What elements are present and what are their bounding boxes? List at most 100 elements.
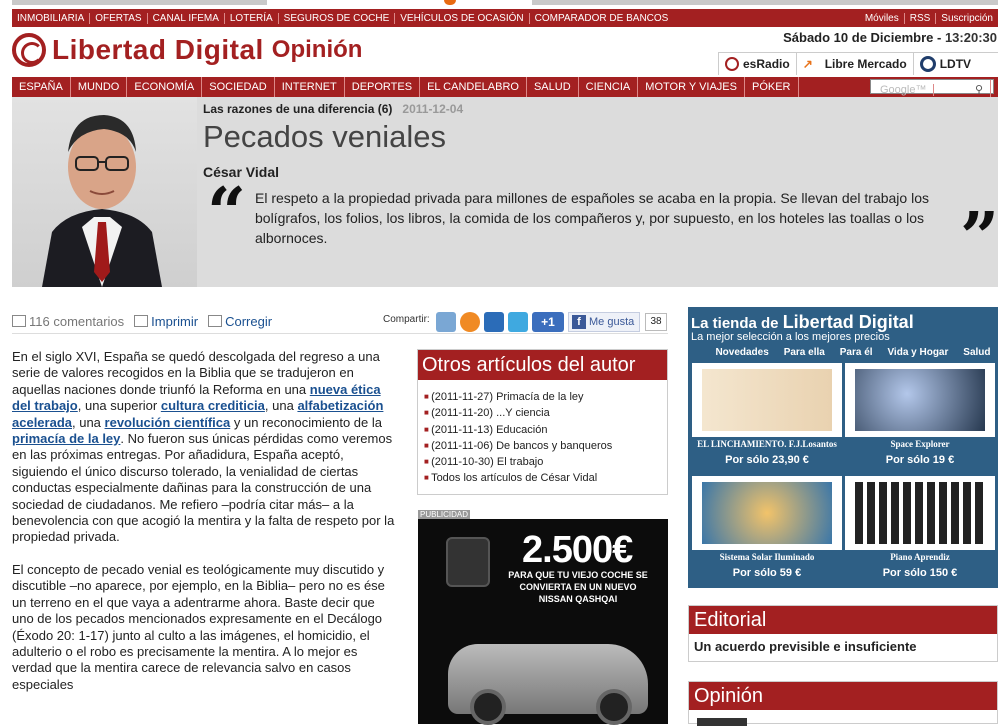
- top-link-moviles[interactable]: Móviles: [860, 12, 905, 24]
- site-logo[interactable]: Libertad Digital Opinión: [12, 32, 362, 68]
- share-label: Compartir:: [383, 314, 430, 325]
- google-plus-button[interactable]: +1: [532, 312, 564, 332]
- site-name: Libertad Digital: [52, 34, 264, 65]
- nav-item[interactable]: CIENCIA: [579, 77, 639, 97]
- opinion-thumb: [697, 718, 747, 726]
- author-article-link[interactable]: (2011-11-06) De bancos y banqueros: [424, 438, 667, 454]
- article-title: Pecados veniales: [203, 119, 446, 154]
- top-link[interactable]: INMOBILIARIA: [12, 12, 91, 24]
- top-link-rss[interactable]: RSS: [905, 12, 937, 24]
- top-link[interactable]: VEHÍCULOS DE OCASIÓN: [395, 12, 530, 24]
- product-card[interactable]: Space Explorer Por sólo 19 €: [845, 363, 995, 473]
- car-wheel: [596, 689, 632, 725]
- nav-item[interactable]: ESPAÑA: [12, 77, 71, 97]
- author-articles-box: Otros artículos del autor (2011-11-27) P…: [417, 349, 668, 495]
- nav-item[interactable]: ECONOMÍA: [127, 77, 203, 97]
- author-photo: [12, 97, 197, 287]
- article-date: 2011-12-04: [402, 102, 464, 116]
- ad-text: PARA QUE TU VIEJO COCHE SE CONVIERTA EN …: [508, 570, 648, 604]
- like-count: 38: [645, 313, 667, 331]
- car-wheel: [470, 689, 506, 725]
- top-link[interactable]: OFERTAS: [90, 12, 148, 24]
- shop-tab[interactable]: Salud: [963, 347, 990, 358]
- comments-link[interactable]: 116 comentarios: [12, 314, 124, 329]
- author-article-link[interactable]: (2011-11-27) Primacía de la ley: [424, 389, 667, 405]
- camera-mascot: [446, 537, 490, 587]
- nav-item[interactable]: EL CANDELABRO: [420, 77, 527, 97]
- nav-item[interactable]: INTERNET: [275, 77, 345, 97]
- author-article-link[interactable]: (2011-10-30) El trabajo: [424, 454, 667, 470]
- piano-image: [855, 482, 985, 544]
- shop-box: La tienda de Libertad Digital La mejor s…: [688, 307, 998, 588]
- quote-close-icon: ”: [960, 198, 999, 278]
- opinion-box: Opinión: [688, 681, 998, 726]
- top-link[interactable]: COMPARADOR DE BANCOS: [530, 13, 674, 24]
- libremercado-link[interactable]: ↗ Libre Mercado: [795, 52, 913, 75]
- author-article-link[interactable]: (2011-11-20) ...Y ciencia: [424, 405, 667, 421]
- nav-item[interactable]: MOTOR Y VIAJES: [638, 77, 745, 97]
- editorial-heading: Editorial: [689, 606, 997, 634]
- ldtv-icon: [919, 55, 936, 72]
- body-link[interactable]: revolución científica: [105, 415, 231, 430]
- editorial-link[interactable]: Un acuerdo previsible e insuficiente: [689, 634, 997, 659]
- shop-tab[interactable]: Novedades: [715, 347, 768, 358]
- solar-system-image: [702, 482, 832, 544]
- product-card[interactable]: Piano Aprendiz Por sólo 150 €: [845, 476, 995, 586]
- author-article-link[interactable]: (2011-11-13) Educación: [424, 422, 667, 438]
- author-articles-heading: Otros artículos del autor: [418, 350, 667, 380]
- product-card[interactable]: Sistema Solar Iluminado Por sólo 59 €: [692, 476, 842, 586]
- opinion-heading: Opinión: [689, 682, 997, 710]
- top-link[interactable]: CANAL IFEMA: [148, 12, 225, 24]
- shop-title: La tienda de Libertad Digital: [691, 312, 914, 332]
- paragraph: El concepto de pecado venial es teológic…: [12, 561, 385, 692]
- nav-item[interactable]: MUNDO: [71, 77, 128, 97]
- top-link[interactable]: SEGUROS DE COCHE: [279, 12, 396, 24]
- twitter-icon[interactable]: [508, 312, 528, 332]
- nav-item[interactable]: SALUD: [527, 77, 579, 97]
- article-body: En el siglo XVI, España se quedó descolg…: [12, 349, 398, 709]
- meneame-icon[interactable]: [484, 312, 504, 332]
- nav-item[interactable]: DEPORTES: [345, 77, 421, 97]
- esradio-icon: [725, 56, 739, 71]
- editorial-box: Editorial Un acuerdo previsible e insufi…: [688, 605, 998, 662]
- top-decoration: [12, 0, 998, 9]
- shop-tab[interactable]: Para él: [840, 347, 873, 358]
- esradio-link[interactable]: esRadio: [718, 52, 796, 75]
- top-link[interactable]: LOTERÍA: [225, 12, 279, 24]
- logo-icon: [12, 33, 46, 67]
- search-input[interactable]: Google™ ⚲: [870, 79, 994, 100]
- top-link-suscripcion[interactable]: Suscripción: [936, 13, 998, 24]
- chart-icon: ↗: [802, 56, 813, 71]
- ldtv-link[interactable]: LDTV: [912, 52, 977, 75]
- facebook-like-button[interactable]: f Me gusta: [568, 312, 640, 332]
- body-link[interactable]: primacía de la ley: [12, 431, 120, 446]
- facebook-icon: f: [572, 315, 586, 329]
- shop-tab[interactable]: Para ella: [784, 347, 825, 358]
- quote-open-icon: “: [207, 173, 247, 253]
- correct-button[interactable]: Corregir: [208, 314, 272, 329]
- product-card[interactable]: EL LINCHAMIENTO. F.J.Losantos Por sólo 23…: [692, 363, 842, 473]
- ad-price: 2.500€: [522, 529, 633, 571]
- nav-item[interactable]: PÓKER: [745, 77, 799, 97]
- comment-icon: [12, 315, 26, 327]
- ad-tag: PUBLICIDAD: [418, 510, 471, 519]
- nissan-ad[interactable]: 2.500€ PARA QUE TU VIEJO COCHE SE CONVIE…: [418, 519, 668, 725]
- email-icon[interactable]: [436, 312, 456, 332]
- nav-item[interactable]: SOCIEDAD: [202, 77, 275, 97]
- space-explorer-image: [855, 369, 985, 431]
- share-icon[interactable]: [460, 312, 480, 332]
- top-links-bar: INMOBILIARIA OFERTAS CANAL IFEMA LOTERÍA…: [12, 9, 998, 27]
- media-links: esRadio ↗ Libre Mercado LDTV: [718, 52, 998, 75]
- pencil-icon: [208, 315, 223, 327]
- all-articles-link[interactable]: Todos los artículos de César Vidal: [424, 470, 667, 486]
- paragraph: En el siglo XVI, España se quedó descolg…: [12, 349, 395, 545]
- article-kicker: Las razones de una diferencia (6) 2011-12…: [203, 102, 464, 116]
- shop-tab[interactable]: Vida y Hogar: [887, 347, 948, 358]
- time: 13:20:30: [944, 30, 997, 45]
- main-nav: ESPAÑA MUNDO ECONOMÍA SOCIEDAD INTERNET …: [12, 77, 998, 100]
- print-button[interactable]: Imprimir: [134, 314, 198, 329]
- article-lead: El respeto a la propiedad privada para m…: [255, 190, 929, 246]
- body-link[interactable]: cultura crediticia: [161, 398, 265, 413]
- printer-icon: [134, 315, 149, 327]
- book-cover: [702, 369, 832, 431]
